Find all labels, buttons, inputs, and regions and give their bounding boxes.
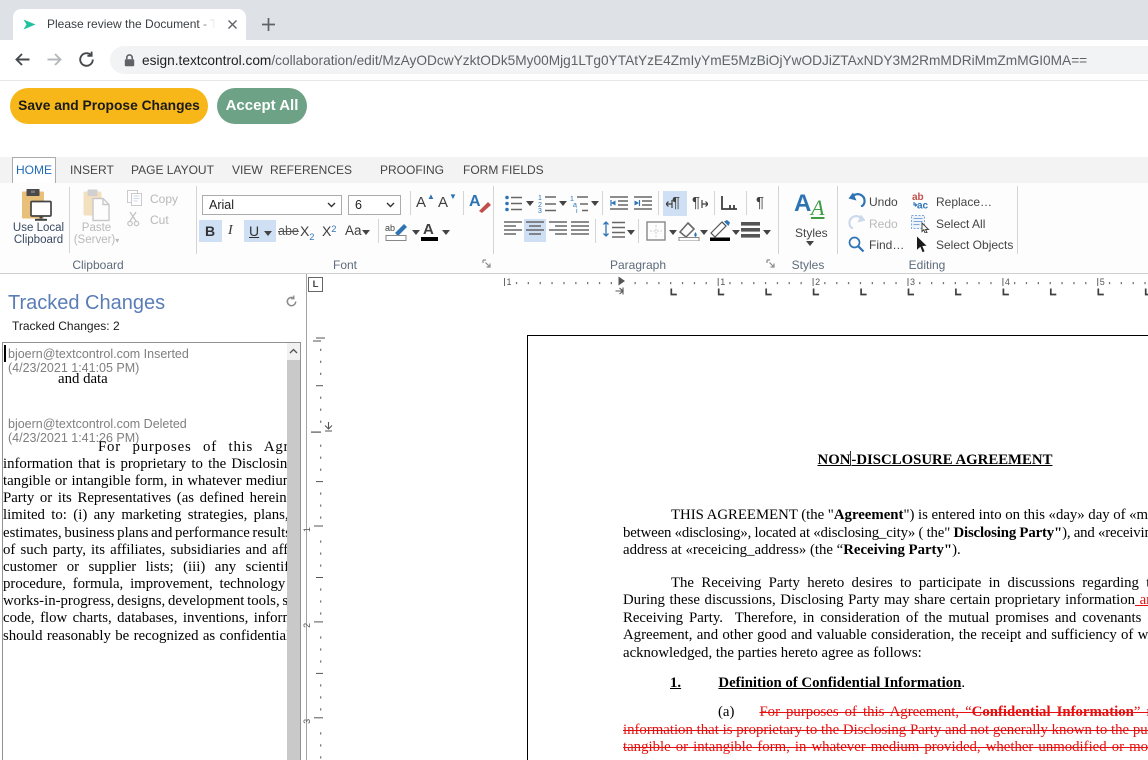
svg-text:1: 1 bbox=[302, 527, 312, 532]
svg-text:3: 3 bbox=[910, 277, 915, 287]
svg-text:1: 1 bbox=[507, 277, 512, 287]
svg-text:4: 4 bbox=[1005, 277, 1010, 287]
svg-text:3: 3 bbox=[302, 719, 312, 724]
svg-text:5: 5 bbox=[1100, 277, 1105, 287]
svg-text:3: 3 bbox=[538, 208, 542, 213]
svg-text:1: 1 bbox=[538, 195, 542, 202]
svg-text:ab: ab bbox=[385, 223, 395, 233]
svg-text:i: i bbox=[576, 208, 578, 213]
svg-text:ac: ac bbox=[917, 201, 929, 210]
svg-text:2: 2 bbox=[815, 277, 820, 287]
svg-text:2: 2 bbox=[302, 623, 312, 628]
svg-text:1: 1 bbox=[720, 277, 725, 287]
